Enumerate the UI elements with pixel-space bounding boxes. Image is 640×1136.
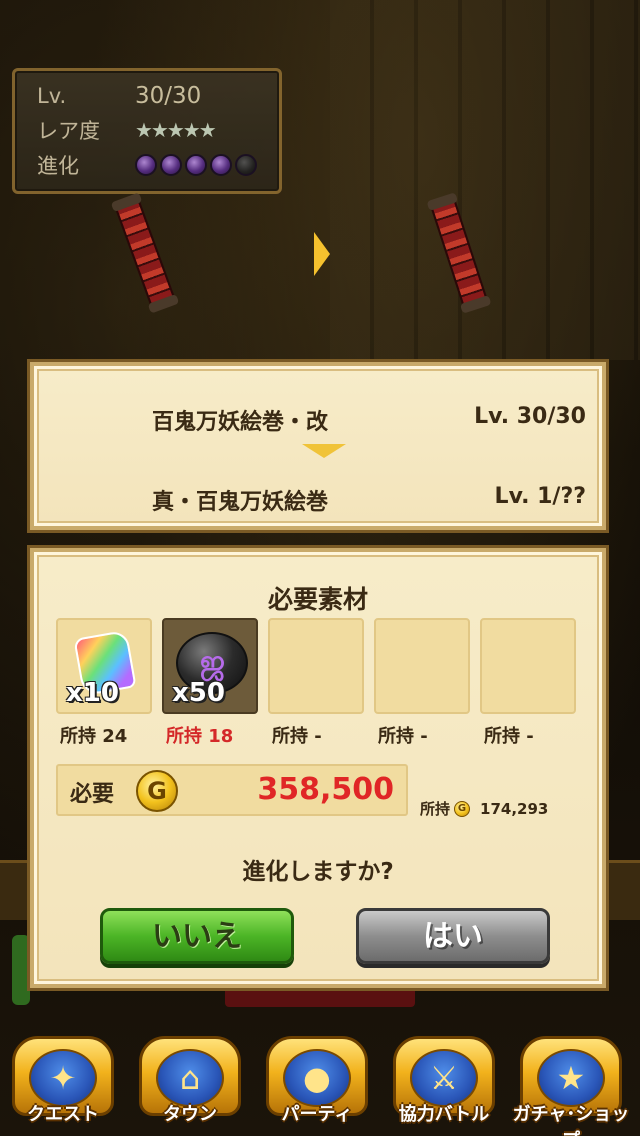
background-green-button-edge bbox=[12, 935, 30, 1005]
material-owned-count: 所持 - bbox=[484, 726, 534, 747]
gold-coin-small-icon: G bbox=[454, 800, 471, 817]
material-slot-3[interactable] bbox=[268, 618, 364, 714]
no-button[interactable]: いいえ bbox=[100, 908, 294, 964]
rarity-label: レア度 bbox=[37, 119, 100, 143]
evolution-orbs bbox=[135, 154, 257, 176]
yes-button[interactable]: はい bbox=[356, 908, 550, 964]
material-slot-4[interactable] bbox=[374, 618, 470, 714]
background-red-bar bbox=[225, 985, 415, 1007]
owned-gold-value: 174,293 bbox=[480, 799, 549, 818]
evolution-orb-filled-icon bbox=[135, 154, 157, 176]
nav-label: パーティ bbox=[281, 1104, 353, 1125]
nav-label: タウン bbox=[163, 1104, 217, 1125]
nav-gacha-shop[interactable]: ★ ガチャ･ショップ bbox=[512, 1034, 630, 1136]
bottom-navigation: ✦ クエスト ⌂ タウン ● パーティ ⚔ 協力バトル ★ ガチャ･ショップ bbox=[0, 1030, 640, 1136]
evolution-orb-filled-icon bbox=[185, 154, 207, 176]
rarity-stars-icon: ★★★★★ bbox=[135, 118, 217, 142]
evolution-info-panel: 百鬼万妖絵巻・改 Lv. 30/30 真・百鬼万妖絵巻 Lv. 1/?? bbox=[30, 362, 606, 530]
nav-quest[interactable]: ✦ クエスト bbox=[4, 1034, 122, 1134]
quest-map-icon: ✦ bbox=[29, 1049, 97, 1107]
material-owned-count: 所持 24 bbox=[60, 726, 128, 747]
evolve-confirm-question: 進化しますか? bbox=[242, 859, 394, 885]
owned-gold: 所持 G 174,293 bbox=[420, 798, 548, 819]
material-slot-1[interactable]: x10 bbox=[56, 618, 152, 714]
nav-label: 協力バトル bbox=[398, 1104, 490, 1125]
evolve-arrow-icon bbox=[314, 232, 330, 276]
to-unit-level: Lv. 1/?? bbox=[494, 484, 586, 509]
coop-battle-icon: ⚔ bbox=[410, 1049, 478, 1107]
evolution-row: 進化 bbox=[37, 150, 257, 180]
owned-gold-label: 所持 bbox=[420, 800, 451, 818]
rarity-row: レア度 ★★★★★ bbox=[37, 115, 217, 145]
town-icon: ⌂ bbox=[156, 1049, 224, 1107]
material-quantity: x50 bbox=[172, 678, 225, 708]
gold-coin-icon: G bbox=[136, 770, 178, 812]
nav-label: ガチャ･ショップ bbox=[512, 1104, 630, 1136]
nav-coop-battle[interactable]: ⚔ 協力バトル bbox=[385, 1034, 503, 1134]
from-unit-level: Lv. 30/30 bbox=[474, 404, 586, 429]
gold-cost-box: 必要 G 358,500 bbox=[56, 764, 408, 816]
material-owned-count: 所持 - bbox=[272, 726, 322, 747]
from-unit-name: 百鬼万妖絵巻・改 bbox=[152, 410, 329, 435]
to-unit-name: 真・百鬼万妖絵巻 bbox=[152, 490, 329, 515]
chevron-down-icon bbox=[302, 444, 346, 458]
level-label: Lv. bbox=[37, 84, 67, 108]
nav-label: クエスト bbox=[27, 1104, 99, 1125]
background-ledge-right bbox=[600, 860, 640, 920]
material-slot-2[interactable]: ஜ x50 bbox=[162, 618, 258, 714]
gacha-star-icon: ★ bbox=[537, 1049, 605, 1107]
gold-cost-value: 358,500 bbox=[257, 772, 394, 807]
material-owned-count: 所持 18 bbox=[166, 726, 234, 747]
material-owned-count: 所持 - bbox=[378, 726, 428, 747]
material-quantity: x10 bbox=[66, 678, 119, 708]
evolution-label: 進化 bbox=[37, 154, 79, 178]
unit-stats-panel: Lv. 30/30 レア度 ★★★★★ 進化 bbox=[12, 68, 282, 194]
evolution-orb-empty-icon bbox=[235, 154, 257, 176]
evolution-materials-dialog: 必要素材 x10 ஜ x50 所持 24 所持 18 所持 - 所持 - 所持 … bbox=[30, 548, 606, 988]
level-row: Lv. 30/30 bbox=[37, 81, 201, 111]
nav-party[interactable]: ● パーティ bbox=[258, 1034, 376, 1134]
background-ledge-left bbox=[0, 860, 30, 920]
nav-town[interactable]: ⌂ タウン bbox=[131, 1034, 249, 1134]
material-slot-5[interactable] bbox=[480, 618, 576, 714]
materials-title: 必要素材 bbox=[267, 585, 368, 614]
party-icon: ● bbox=[283, 1049, 351, 1107]
evolution-orb-filled-icon bbox=[210, 154, 232, 176]
cost-label: 必要 bbox=[70, 782, 115, 807]
evolution-orb-filled-icon bbox=[160, 154, 182, 176]
level-value: 30/30 bbox=[135, 83, 202, 109]
